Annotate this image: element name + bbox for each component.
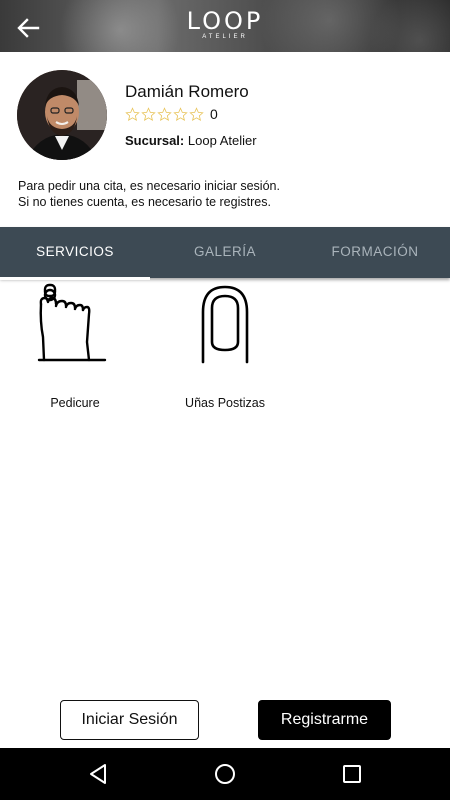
logo-text: LOOP bbox=[186, 7, 264, 35]
foot-icon bbox=[37, 283, 107, 362]
nail-icon bbox=[201, 285, 249, 364]
back-triangle-icon[interactable] bbox=[86, 762, 110, 786]
tab-servicios[interactable]: SERVICIOS bbox=[0, 227, 150, 280]
tab-formacion[interactable]: FORMACIÓN bbox=[300, 227, 450, 278]
app-logo: LOOP ATELIER bbox=[0, 8, 450, 40]
register-button[interactable]: Registrarme bbox=[258, 700, 391, 740]
rating: 0 bbox=[125, 106, 218, 122]
star-icon bbox=[173, 106, 188, 121]
service-unas-postizas[interactable]: Uñas Postizas bbox=[150, 282, 300, 410]
system-nav-bar bbox=[0, 748, 450, 800]
recents-square-icon[interactable] bbox=[340, 762, 364, 786]
app-header: LOOP ATELIER bbox=[0, 0, 450, 52]
branch-label: Sucursal: bbox=[125, 133, 185, 148]
home-circle-icon[interactable] bbox=[213, 762, 237, 786]
star-icon bbox=[125, 106, 140, 121]
service-label: Uñas Postizas bbox=[185, 396, 265, 410]
logo-subtext: ATELIER bbox=[202, 34, 248, 40]
service-pedicure[interactable]: Pedicure bbox=[0, 282, 150, 410]
service-label: Pedicure bbox=[50, 396, 100, 410]
login-notice: Para pedir una cita, es necesario inicia… bbox=[18, 178, 280, 210]
star-icon bbox=[189, 106, 204, 121]
notice-line-2: Si no tienes cuenta, es necesario te reg… bbox=[18, 195, 271, 209]
tab-galeria[interactable]: GALERÍA bbox=[150, 227, 300, 278]
branch-value: Loop Atelier bbox=[187, 133, 257, 148]
login-button[interactable]: Iniciar Sesión bbox=[60, 700, 199, 740]
star-icon bbox=[141, 106, 156, 121]
branch-info: Sucursal: Loop Atelier bbox=[125, 133, 257, 148]
rating-count: 0 bbox=[210, 106, 218, 122]
profile-section: Damián Romero 0 Sucursal: Loop Atelier P… bbox=[0, 52, 450, 227]
stylist-name: Damián Romero bbox=[125, 82, 249, 101]
star-icon bbox=[157, 106, 172, 121]
notice-line-1: Para pedir una cita, es necesario inicia… bbox=[18, 179, 280, 193]
avatar bbox=[17, 70, 107, 160]
tab-bar: SERVICIOS GALERÍA FORMACIÓN bbox=[0, 227, 450, 280]
